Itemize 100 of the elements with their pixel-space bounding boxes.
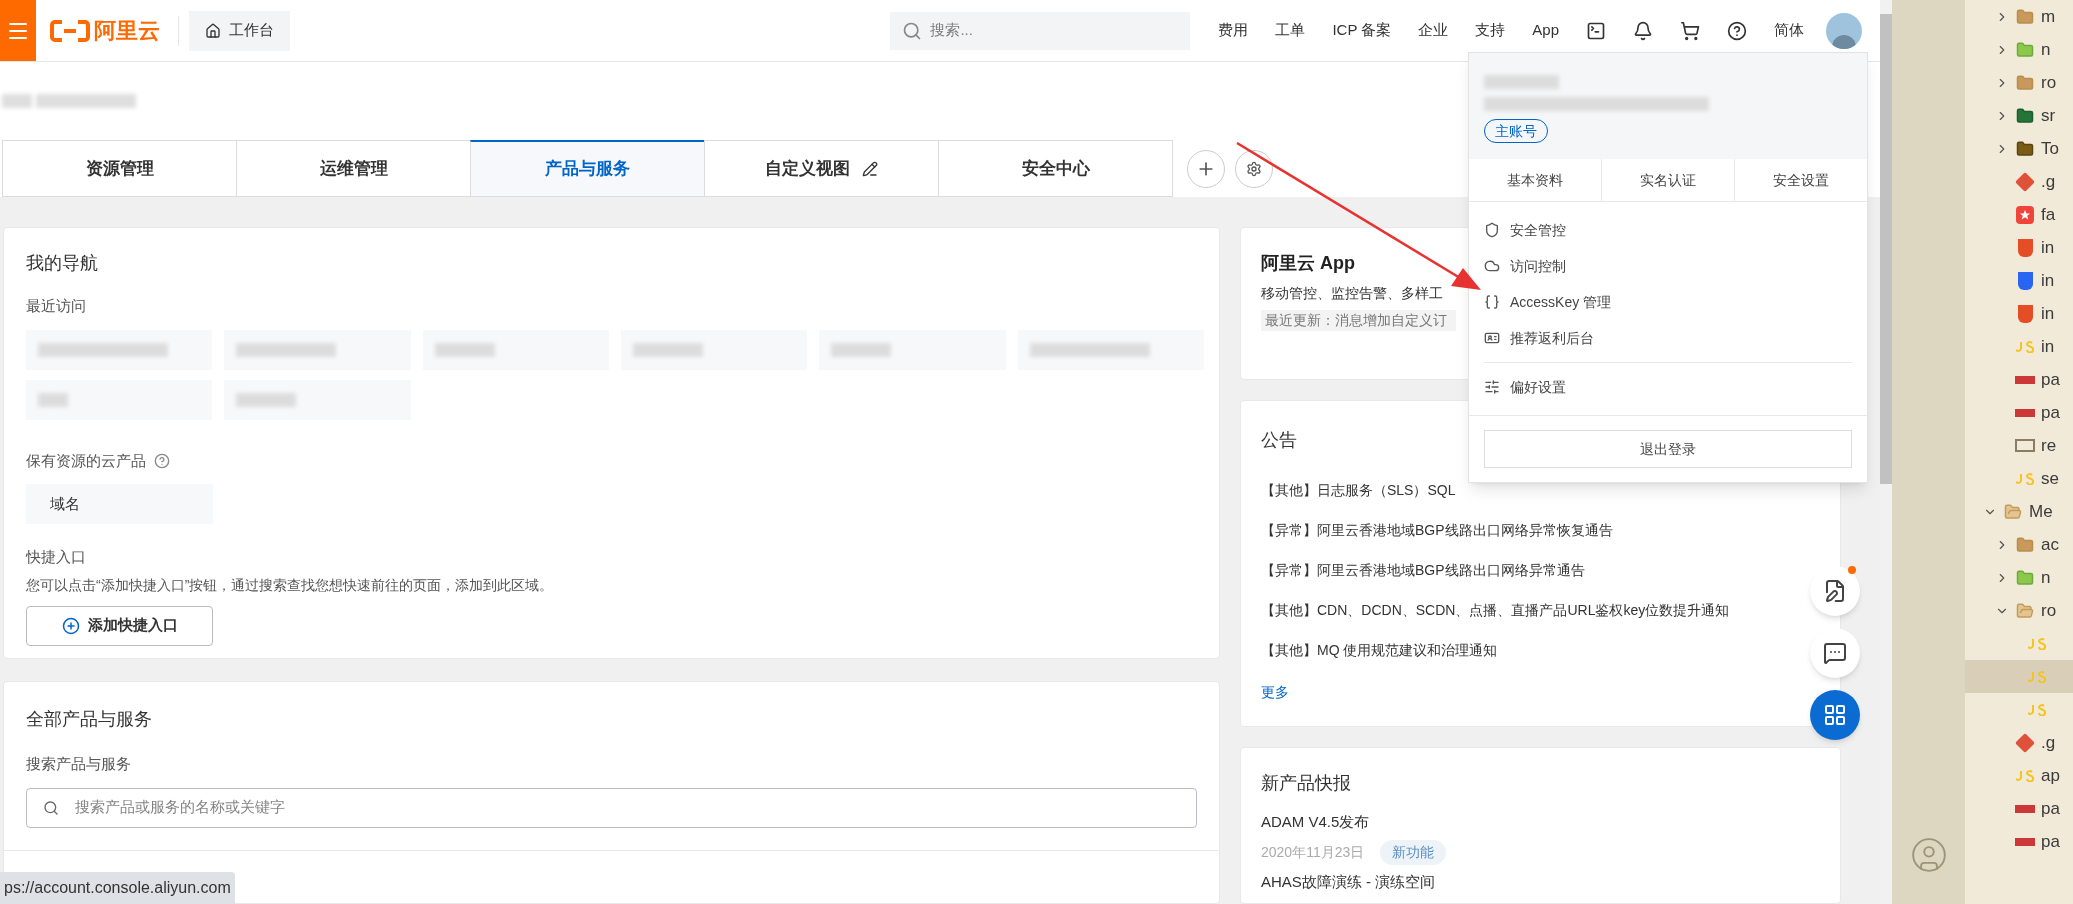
tree-item[interactable]: ro — [1965, 594, 2073, 627]
nav-link[interactable]: 工单 — [1275, 19, 1306, 42]
add-tab-button[interactable] — [1187, 149, 1225, 188]
file-name: ro — [2041, 599, 2057, 622]
logo-text: 阿里云 — [94, 17, 160, 45]
account-icon[interactable] — [1909, 836, 1948, 874]
tree-item[interactable]: sr — [1965, 99, 2073, 132]
section-label: 保有资源的云产品 — [26, 450, 146, 471]
tab[interactable]: 安全中心 — [938, 140, 1173, 197]
tree-item[interactable]: in — [1965, 297, 2073, 330]
folder-icon — [2016, 73, 2034, 92]
feedback-icon — [1823, 579, 1847, 603]
file-name: re — [2041, 434, 2057, 457]
cloud-icon — [1484, 258, 1500, 274]
add-shortcut-button[interactable]: 添加快捷入口 — [26, 605, 213, 646]
tree-item[interactable]: se — [1965, 462, 2073, 495]
settings-button[interactable] — [1235, 149, 1273, 188]
tree-item[interactable]: n — [1965, 33, 2073, 66]
tree-item[interactable]: .g — [1965, 165, 2073, 198]
search-field[interactable]: 搜索... — [890, 11, 1191, 50]
tree-item[interactable]: pa — [1965, 792, 2073, 825]
js-file-icon — [2016, 340, 2034, 353]
tree-item[interactable]: in — [1965, 330, 2073, 363]
file-name: .g — [2041, 170, 2056, 193]
folder-icon — [2016, 601, 2034, 620]
star-file-icon — [2016, 205, 2034, 224]
tree-item[interactable]: pa — [1965, 396, 2073, 429]
node-folder-icon — [2016, 568, 2034, 587]
update-note: 最近更新：消息增加自定义订 — [1261, 310, 1456, 331]
tree-item[interactable]: in — [1965, 231, 2073, 264]
tree-item[interactable]: n — [1965, 561, 2073, 594]
language-link[interactable]: 简体 — [1774, 19, 1804, 42]
redacted-text — [633, 342, 703, 357]
shortcut-description: 您可以点击“添加快捷入口”按钮，通过搜索查找您想快速前往的页面，添加到此区域。 — [26, 575, 555, 595]
bell-icon[interactable] — [1633, 20, 1653, 41]
terminal-icon[interactable] — [1586, 20, 1606, 41]
account-tab[interactable]: 安全设置 — [1734, 159, 1867, 201]
nav-link[interactable]: App — [1532, 19, 1559, 42]
nav-link[interactable]: ICP 备案 — [1332, 19, 1392, 42]
tree-item[interactable]: ap — [1965, 759, 2073, 792]
tree-item[interactable]: m — [1965, 0, 2073, 33]
tree-item[interactable]: fa — [1965, 198, 2073, 231]
scrollbar-thumb[interactable] — [1880, 14, 1892, 484]
product-search-field[interactable]: 搜索产品或服务的名称或关键字 — [26, 787, 1197, 828]
nav-link[interactable]: 费用 — [1218, 19, 1249, 42]
file-name: n — [2041, 566, 2051, 589]
notice-link[interactable]: 【异常】阿里云香港地域BGP线路出口网络异常通告 — [1261, 558, 1585, 582]
logout-button[interactable]: 退出登录 — [1484, 430, 1852, 468]
folder-icon — [2004, 502, 2022, 521]
tree-item[interactable]: re — [1965, 429, 2073, 462]
menu-item[interactable]: 安全管控 — [1484, 214, 1566, 246]
account-tab[interactable]: 基本资料 — [1469, 159, 1601, 201]
account-tab[interactable]: 实名认证 — [1601, 159, 1734, 201]
tab[interactable]: 资源管理 — [2, 140, 237, 197]
product-chip[interactable]: 域名 — [26, 484, 213, 524]
tree-item[interactable]: ro — [1965, 66, 2073, 99]
file-name: ro — [2041, 71, 2057, 94]
tab[interactable]: 产品与服务 — [470, 140, 705, 197]
file-name: n — [2041, 38, 2051, 61]
tree-item[interactable]: .g — [1965, 726, 2073, 759]
notice-link[interactable]: 【其他】日志服务（SLS）SQL — [1261, 478, 1456, 502]
file-name: in — [2041, 236, 2055, 259]
news-link[interactable]: AHAS故障演练 - 演练空间 — [1261, 870, 1820, 893]
news-date: 2020年11月23日 — [1261, 842, 1365, 862]
tree-item[interactable]: pa — [1965, 363, 2073, 396]
menu-button[interactable] — [0, 0, 36, 61]
section-label: 最近访问 — [26, 296, 87, 316]
file-name: fa — [2041, 203, 2056, 226]
file-name: pa — [2041, 830, 2060, 853]
menu-item[interactable]: 偏好设置 — [1484, 371, 1566, 403]
avatar[interactable] — [1826, 12, 1862, 49]
help-icon[interactable] — [1727, 20, 1747, 41]
more-link[interactable]: 更多 — [1261, 682, 1289, 703]
tree-item[interactable]: in — [1965, 264, 2073, 297]
product-search-input[interactable]: 搜索产品或服务的名称或关键字 — [75, 796, 1180, 819]
menu-item[interactable]: AccessKey 管理 — [1484, 286, 1612, 318]
nav-link[interactable]: 企业 — [1418, 19, 1449, 42]
tree-item[interactable]: To — [1965, 132, 2073, 165]
notice-link[interactable]: 【异常】阿里云香港地域BGP线路出口网络异常恢复通告 — [1261, 518, 1613, 542]
tree-item[interactable]: pa — [1965, 825, 2073, 858]
file-name: ac — [2041, 533, 2059, 556]
workbench-button[interactable]: 工作台 — [189, 10, 290, 51]
tree-item[interactable]: Me — [1965, 495, 2073, 528]
tab[interactable]: 运维管理 — [236, 140, 471, 197]
cart-icon[interactable] — [1680, 20, 1700, 41]
menu-item[interactable]: 访问控制 — [1484, 250, 1566, 282]
html-file-icon — [2017, 238, 2033, 257]
search-input[interactable]: 搜索... — [930, 19, 1179, 42]
file-name: .g — [2041, 731, 2056, 754]
notice-link[interactable]: 【其他】MQ 使用规范建议和治理通知 — [1261, 638, 1498, 662]
notice-link[interactable]: 【其他】CDN、DCDN、SCDN、点播、直播产品URL鉴权key位数提升通知 — [1261, 598, 1730, 622]
file-name: To — [2041, 137, 2059, 160]
nav-link[interactable]: 支持 — [1475, 19, 1506, 42]
news-link[interactable]: ADAM V4.5发布 — [1261, 811, 1820, 834]
menu-item[interactable]: 推荐返利后台 — [1484, 322, 1594, 354]
file-name: pa — [2041, 401, 2060, 424]
edit-icon[interactable] — [862, 160, 878, 177]
tree-item[interactable]: ac — [1965, 528, 2073, 561]
file-name: m — [2041, 5, 2056, 28]
tab[interactable]: 自定义视图 — [704, 140, 939, 197]
